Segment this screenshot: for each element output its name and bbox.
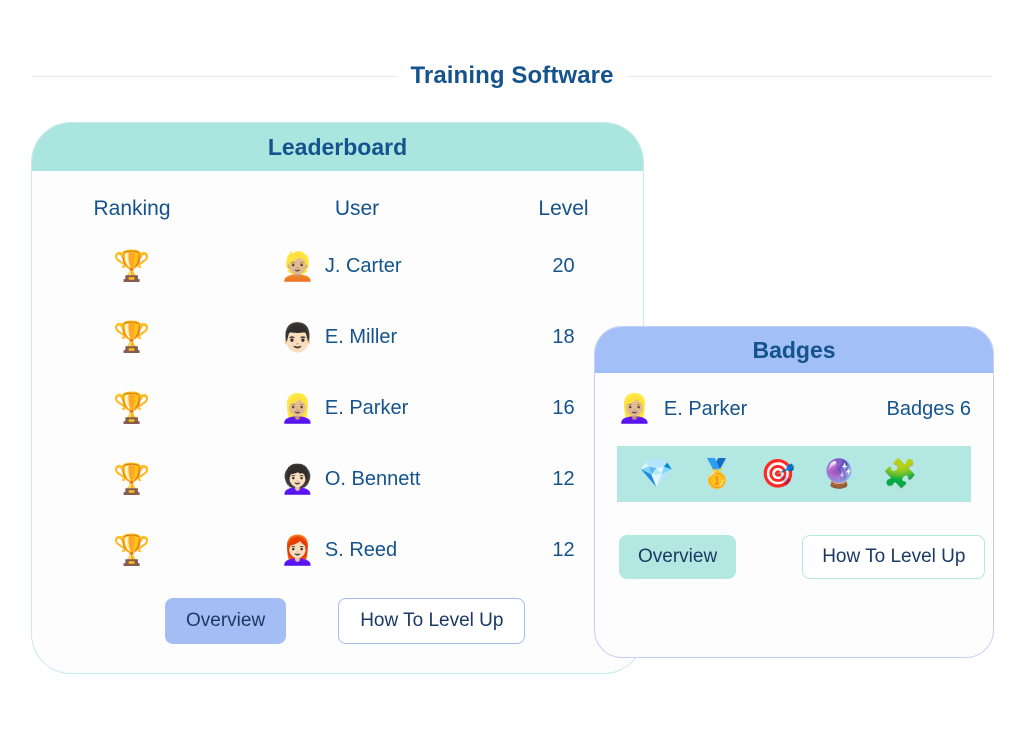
user-cell: 👩🏻‍🦰 S. Reed	[232, 515, 482, 586]
leaderboard-button-row: Overview How To Level Up	[32, 598, 643, 644]
badges-user-name: E. Parker	[663, 397, 748, 420]
page-title: Training Software	[410, 62, 614, 89]
trophy-icon: 🏆	[113, 320, 151, 354]
trophy-icon: 🏆	[113, 249, 151, 283]
user-name: O. Bennett	[324, 468, 421, 490]
avatar: 👱🏼	[280, 250, 315, 282]
leaderboard-card-title: Leaderboard	[267, 133, 408, 160]
badges-card: Badges 👱🏼‍♀️ E. Parker Badges 6 💎 🥇 🎯 🔮 …	[594, 326, 994, 658]
table-row[interactable]: 🏆 👩🏻‍🦱 O. Bennett 12	[32, 444, 643, 515]
user-name: J. Carter	[324, 255, 402, 277]
badge-strip: 💎 🥇 🎯 🔮 🧩	[617, 446, 971, 502]
leaderboard-table-body: 🏆 👱🏼 J. Carter 20 🏆 👨🏻 E. Miller 18 🏆 👱🏼…	[32, 231, 643, 586]
page-title-row: Training Software	[31, 62, 994, 90]
badges-card-body: 👱🏼‍♀️ E. Parker Badges 6 💎 🥇 🎯 🔮 🧩 Overv…	[595, 395, 993, 579]
user-cell: 👨🏻 E. Miller	[232, 302, 482, 373]
column-header-level: Level	[538, 197, 589, 220]
dart-target-icon[interactable]: 🎯	[761, 460, 796, 488]
rank-cell: 🏆	[32, 515, 232, 586]
avatar: 👩🏻‍🦱	[280, 463, 315, 495]
avatar: 👩🏻‍🦰	[280, 534, 315, 566]
puzzle-piece-icon[interactable]: 🧩	[883, 460, 918, 488]
title-rule-right	[627, 75, 994, 77]
column-header-user: User	[334, 197, 380, 220]
user-name: S. Reed	[324, 539, 398, 561]
badges-button-row: Overview How To Level Up	[617, 535, 986, 579]
user-name: E. Parker	[324, 397, 409, 419]
rank-cell: 🏆	[32, 302, 232, 373]
level-value: 20	[552, 255, 575, 277]
first-place-medal-icon[interactable]: 🥇	[700, 460, 735, 488]
user-cell: 👱🏼 J. Carter	[232, 231, 482, 302]
rank-cell: 🏆	[32, 444, 232, 515]
user-cell: 👩🏻‍🦱 O. Bennett	[232, 444, 482, 515]
title-rule-left	[31, 75, 397, 77]
avatar: 👱🏼‍♀️	[280, 392, 315, 424]
table-row[interactable]: 🏆 👩🏻‍🦰 S. Reed 12	[32, 515, 643, 586]
table-row[interactable]: 🏆 👱🏼 J. Carter 20	[32, 231, 643, 302]
leaderboard-how-to-level-up-button[interactable]: How To Level Up	[338, 598, 526, 644]
user-name: E. Miller	[324, 326, 398, 348]
user-cell: 👱🏼‍♀️ E. Parker	[232, 373, 482, 444]
table-row[interactable]: 🏆 👱🏼‍♀️ E. Parker 16	[32, 373, 643, 444]
trophy-icon: 🏆	[113, 391, 151, 425]
crystal-ball-icon[interactable]: 🔮	[822, 460, 857, 488]
trophy-icon: 🏆	[113, 462, 151, 496]
leaderboard-card-header: Leaderboard	[32, 123, 643, 171]
leaderboard-card: Leaderboard Ranking User Level 🏆 👱🏼 J. C…	[31, 122, 644, 674]
rank-cell: 🏆	[32, 373, 232, 444]
badges-count-label: Badges 6	[886, 397, 971, 420]
badges-user-row: 👱🏼‍♀️ E. Parker Badges 6	[617, 395, 971, 423]
badges-card-title: Badges	[752, 336, 836, 363]
avatar: 👨🏻	[280, 321, 315, 353]
badges-card-header: Badges	[595, 327, 993, 373]
badges-how-to-level-up-button[interactable]: How To Level Up	[802, 535, 986, 579]
rank-cell: 🏆	[32, 231, 232, 302]
leaderboard-table: Ranking User Level 🏆 👱🏼 J. Carter 20 🏆 👨…	[32, 171, 643, 586]
badges-overview-button[interactable]: Overview	[619, 535, 737, 579]
trophy-icon: 🏆	[113, 533, 151, 567]
gem-icon[interactable]: 💎	[639, 460, 674, 488]
table-row[interactable]: 🏆 👨🏻 E. Miller 18	[32, 302, 643, 373]
leaderboard-overview-button[interactable]: Overview	[165, 598, 287, 644]
table-header-row: Ranking User Level	[32, 171, 643, 231]
column-header-ranking: Ranking	[93, 197, 171, 220]
avatar: 👱🏼‍♀️	[617, 393, 652, 424]
